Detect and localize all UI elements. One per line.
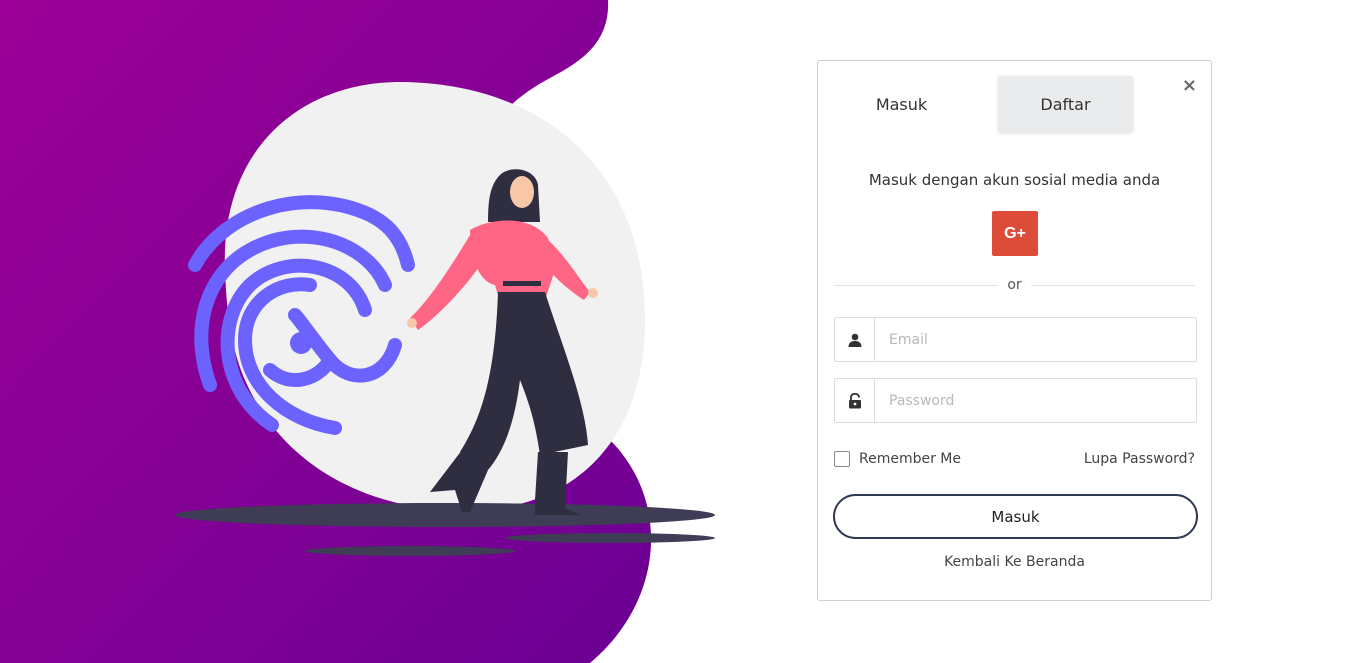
hero-illustration [0,0,760,663]
google-plus-icon: G+ [1004,224,1026,242]
ground-shadow-small-2 [305,546,515,556]
tab-register[interactable]: Daftar [998,76,1133,132]
ground-shadow [175,503,715,527]
ground-shadow-small [505,533,715,543]
divider-line-right [1031,285,1195,286]
remember-me-checkbox[interactable] [834,451,850,467]
email-input-group [834,317,1197,362]
tab-login[interactable]: Masuk [834,76,969,132]
social-login-title: Masuk dengan akun sosial media anda [868,171,1161,189]
password-input-group [834,378,1197,423]
google-plus-button[interactable]: G+ [992,211,1038,256]
back-to-home-link[interactable]: Kembali Ke Beranda [818,554,1211,570]
hero-illustration-svg [0,0,715,663]
password-input[interactable] [875,379,1196,422]
login-submit-button[interactable]: Masuk [833,494,1198,539]
email-input[interactable] [875,318,1196,361]
remember-me-label: Remember Me [859,451,961,467]
forgot-password-link[interactable]: Lupa Password? [1084,451,1195,467]
fingerprint-dot [290,332,312,354]
remember-me[interactable]: Remember Me [834,451,961,467]
unlock-icon [835,379,875,422]
close-icon[interactable]: × [1182,77,1197,95]
user-icon [835,318,875,361]
or-divider: or [834,277,1195,293]
login-card: Masuk Daftar × Masuk dengan akun sosial … [817,60,1212,601]
